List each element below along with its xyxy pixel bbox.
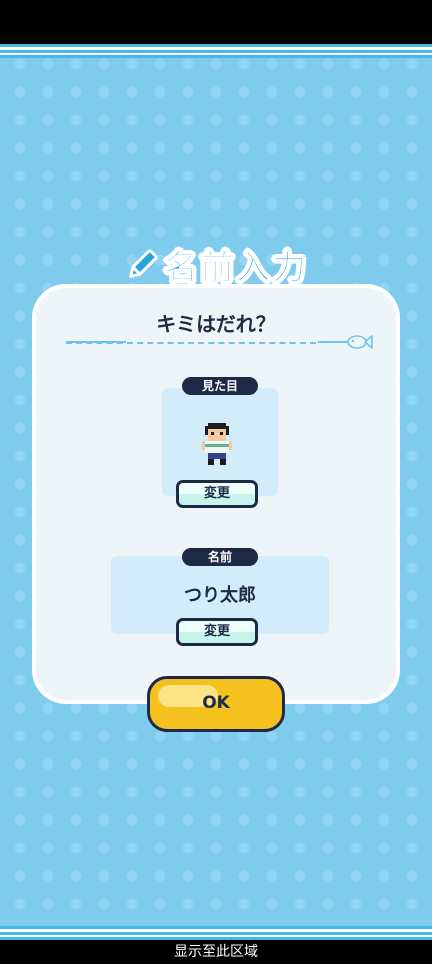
bottom-stripe <box>0 926 432 940</box>
name-value: つり太郎 <box>184 585 256 606</box>
change-name-button[interactable]: 変更 <box>176 618 258 646</box>
appearance-label: 見た目 <box>182 377 258 395</box>
system-footer-text: 显示至此区域 <box>0 940 432 964</box>
name-input-screen: 名前入力 キミはだれ？ 見た目 変更 名前 つり太郎 変更 OK <box>0 44 432 940</box>
pixel-character-avatar <box>202 423 232 469</box>
divider-dashes <box>66 342 316 344</box>
divider-line-right <box>318 341 348 343</box>
change-appearance-button[interactable]: 変更 <box>176 480 258 508</box>
top-stripe <box>0 44 432 58</box>
question-text: キミはだれ？ <box>156 312 276 336</box>
name-label: 名前 <box>182 548 258 566</box>
ok-button[interactable]: OK <box>147 676 285 732</box>
status-bar <box>0 0 432 44</box>
name-input-card: キミはだれ？ 見た目 変更 名前 つり太郎 変更 <box>32 284 400 704</box>
fish-icon <box>346 332 374 356</box>
ok-button-label: OK <box>202 693 230 713</box>
screen-title-text: 名前入力 <box>164 248 308 289</box>
